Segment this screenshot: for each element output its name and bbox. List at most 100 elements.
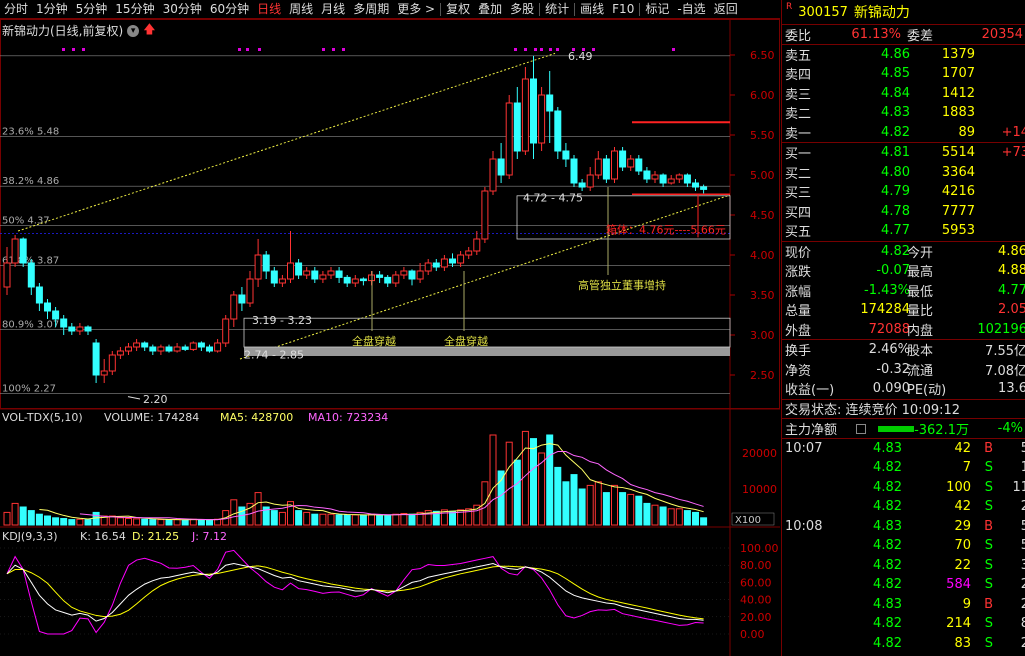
toolbar-item-3[interactable]: 15分钟	[111, 0, 158, 19]
signal-dot	[342, 48, 345, 51]
volume-bar	[44, 515, 51, 526]
toolbar-item-13[interactable]: 多股	[506, 0, 538, 19]
tick-row: 10:08 4.83 29 B 5	[782, 517, 1025, 537]
flow-bar	[878, 426, 914, 432]
candle-body	[44, 302, 51, 312]
trend-line-upper	[17, 52, 556, 232]
volume-bar	[497, 470, 505, 526]
volume-bar	[311, 513, 319, 526]
toolbar-item-16[interactable]: F10	[608, 0, 638, 19]
volume-bar	[368, 513, 375, 526]
bid-row: 买二 4.80 3364	[782, 163, 1025, 183]
tick-side: B	[984, 440, 993, 456]
chevron-down-icon[interactable]: ▾	[127, 24, 140, 37]
toolbar-item-4[interactable]: 30分钟	[159, 0, 206, 19]
candle-body	[165, 346, 173, 352]
toolbar-item-10[interactable]: 更多 >	[393, 0, 439, 19]
toolbar-item-8[interactable]: 月线	[317, 0, 349, 19]
candle-body	[627, 158, 635, 168]
tick-row: 10:07 4.83 42 B 5	[782, 439, 1025, 459]
volume-bar	[627, 493, 635, 526]
tick-price: 4.82	[873, 557, 902, 573]
candle-body	[287, 262, 294, 280]
toolbar-item-7[interactable]: 周线	[285, 0, 317, 19]
volume-bar	[586, 484, 594, 526]
toolbar-item-6[interactable]: 日线	[253, 0, 285, 19]
ask-price: 4.84	[881, 85, 910, 101]
toolbar-item-18[interactable]: -自选	[673, 0, 709, 19]
candle-body	[197, 342, 205, 348]
candle-body	[181, 346, 189, 350]
toolbar-separator	[440, 2, 442, 16]
candle-body	[643, 170, 651, 180]
volume-bar	[675, 508, 683, 526]
signal-dot	[524, 48, 527, 51]
stat-row: 总量 174284 量比 2.05	[782, 300, 1025, 320]
fib-label: 38.2% 4.86	[2, 176, 59, 187]
toolbar-item-19[interactable]: 返回	[710, 0, 742, 19]
candle-body	[157, 346, 165, 352]
candle-body	[538, 94, 546, 144]
candle-body	[570, 158, 578, 184]
stock-name: 新锦动力	[853, 5, 910, 21]
tick-count: 11	[1012, 479, 1025, 495]
candle-body	[611, 150, 618, 180]
bid-price: 4.77	[881, 223, 910, 239]
tick-row: 4.82 584 S 2	[782, 575, 1025, 595]
low-label: 2.20	[143, 393, 168, 406]
toolbar-item-9[interactable]: 多周期	[349, 0, 393, 19]
volume-bar	[116, 517, 124, 526]
bid-volume: 5514	[941, 145, 975, 161]
toolbar-separator	[574, 2, 576, 16]
tick-side: S	[984, 479, 993, 495]
quote-panel: R 300157 新锦动力 委比 61.13% 委差 20354 卖五 4.86 1…	[781, 0, 1025, 656]
signal-dot	[540, 48, 543, 51]
weicha-label: 委差	[907, 28, 934, 44]
candle-body	[578, 182, 586, 188]
toolbar-item-11[interactable]: 复权	[442, 0, 474, 19]
tick-count: 2	[1020, 499, 1025, 515]
stat-value: 174284	[860, 302, 910, 318]
volume-bar	[27, 510, 35, 526]
volume-bar	[578, 488, 586, 526]
candle-body	[68, 326, 76, 332]
candle-body	[295, 262, 303, 276]
quote-stats-2: 换手 2.46% 股本 7.55亿 净资 -0.32 流通 7.08亿 收益(一) 0.090 PE…	[782, 339, 1025, 399]
signal-dot	[258, 48, 261, 51]
stat-row: 收益(一) 0.090 PE(动) 13.6	[782, 379, 1025, 399]
ask-price: 4.83	[881, 105, 910, 121]
stock-chart[interactable]: 6.50 6.00 5.50 5.00 4.50 4.00 3.50 3.00 2.50 23.6…	[0, 19, 780, 656]
ask-book: 卖五 4.86 1379 卖四 4.85 1707 卖三 4.84 1412 卖二 4.83 1883…	[782, 43, 1025, 143]
toolbar-item-15[interactable]: 画线	[576, 0, 608, 19]
list-icon[interactable]	[856, 424, 866, 434]
tick-volume: 83	[954, 635, 971, 651]
stat-value: 2.05	[998, 302, 1025, 318]
toolbar-item-0[interactable]: 分时	[0, 0, 32, 19]
kdj-axis-label: 0.00	[740, 628, 765, 641]
stat-row: 换手 2.46% 股本 7.55亿	[782, 340, 1025, 360]
candle-body	[530, 78, 537, 144]
candle-body	[424, 262, 432, 272]
ask-volume: 1707	[941, 66, 975, 82]
tick-volume: 42	[954, 440, 971, 456]
toolbar-item-1[interactable]: 1分钟	[32, 0, 72, 19]
bid-label: 买二	[785, 166, 812, 182]
price-axis-label: 2.50	[750, 369, 775, 382]
toolbar-item-5[interactable]: 60分钟	[206, 0, 253, 19]
price-axis-label: 3.50	[750, 289, 775, 302]
toolbar-item-14[interactable]: 统计	[541, 0, 573, 19]
volume-bar	[392, 513, 400, 526]
stat-label: 换手	[785, 344, 812, 360]
stat-row: 涨跌 -0.07 最高 4.88	[782, 261, 1025, 281]
kdj-header-k: K: 16.54	[80, 530, 126, 543]
toolbar-item-12[interactable]: 叠加	[474, 0, 506, 19]
ask-price: 4.82	[881, 124, 910, 140]
ask-label: 卖一	[785, 126, 812, 142]
chart-title-bar: 新锦动力(日线,前复权) ▾ 🡅	[2, 20, 156, 41]
candle-body	[408, 270, 416, 280]
tick-price: 4.83	[873, 440, 902, 456]
toolbar-item-2[interactable]: 5分钟	[72, 0, 112, 19]
bid-price: 4.79	[881, 184, 910, 200]
toolbar-item-17[interactable]: 标记	[641, 0, 673, 19]
low-pointer	[127, 396, 141, 400]
